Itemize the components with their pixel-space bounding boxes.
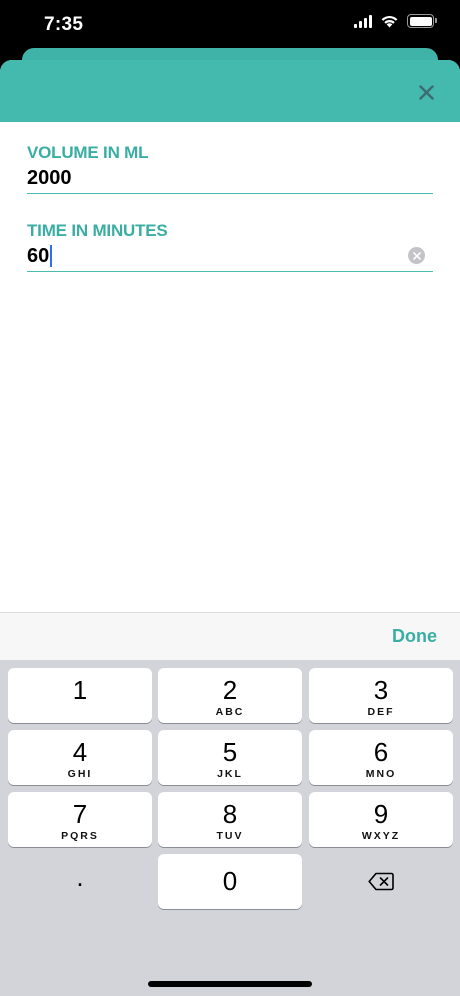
sheet-header: [0, 60, 460, 122]
status-bar: 7:35: [0, 0, 460, 50]
volume-field: VOLUME IN ML: [27, 142, 433, 194]
keyboard-accessory-bar: Done: [0, 612, 460, 660]
key-decimal[interactable]: .: [8, 854, 152, 909]
close-icon: [418, 84, 434, 100]
text-cursor: [50, 244, 53, 267]
backspace-icon: [368, 872, 394, 891]
time-label: TIME IN MINUTES: [27, 221, 168, 240]
time-field-row: 60: [27, 242, 433, 272]
key-4[interactable]: 4 GHI: [8, 730, 152, 785]
done-button[interactable]: Done: [392, 626, 437, 647]
key-0[interactable]: 0: [158, 854, 302, 909]
key-3[interactable]: 3 DEF: [309, 668, 453, 723]
key-2[interactable]: 2 ABC: [158, 668, 302, 723]
volume-field-row: [27, 164, 433, 194]
signal-icon: [354, 14, 372, 28]
key-1[interactable]: 1: [8, 668, 152, 723]
number-keypad: 1 2 ABC 3 DEF 4 GHI 5 JKL 6 MNO 7 PQRS 8 TUV 9W…: [0, 660, 460, 996]
volume-input[interactable]: [27, 164, 433, 192]
close-button[interactable]: [414, 80, 438, 104]
key-6[interactable]: 6 MNO: [309, 730, 453, 785]
clear-button[interactable]: [408, 247, 425, 264]
battery-icon: [407, 14, 437, 28]
delete-key[interactable]: [309, 854, 453, 909]
wifi-icon: [381, 15, 398, 28]
time-field: TIME IN MINUTES 60: [27, 220, 433, 272]
time-input[interactable]: 60: [27, 242, 49, 270]
volume-label: VOLUME IN ML: [27, 143, 149, 162]
clear-icon: [412, 251, 421, 260]
status-time: 7:35: [44, 14, 84, 35]
status-icons: [354, 14, 437, 28]
key-5[interactable]: 5 JKL: [158, 730, 302, 785]
home-indicator: [148, 981, 312, 987]
key-7[interactable]: 7 PQRS: [8, 792, 152, 847]
key-9[interactable]: 9 WXYZ: [309, 792, 453, 847]
key-8[interactable]: 8 TUV: [158, 792, 302, 847]
rate-form: VOLUME IN ML TIME IN MINUTES 60: [0, 122, 460, 272]
